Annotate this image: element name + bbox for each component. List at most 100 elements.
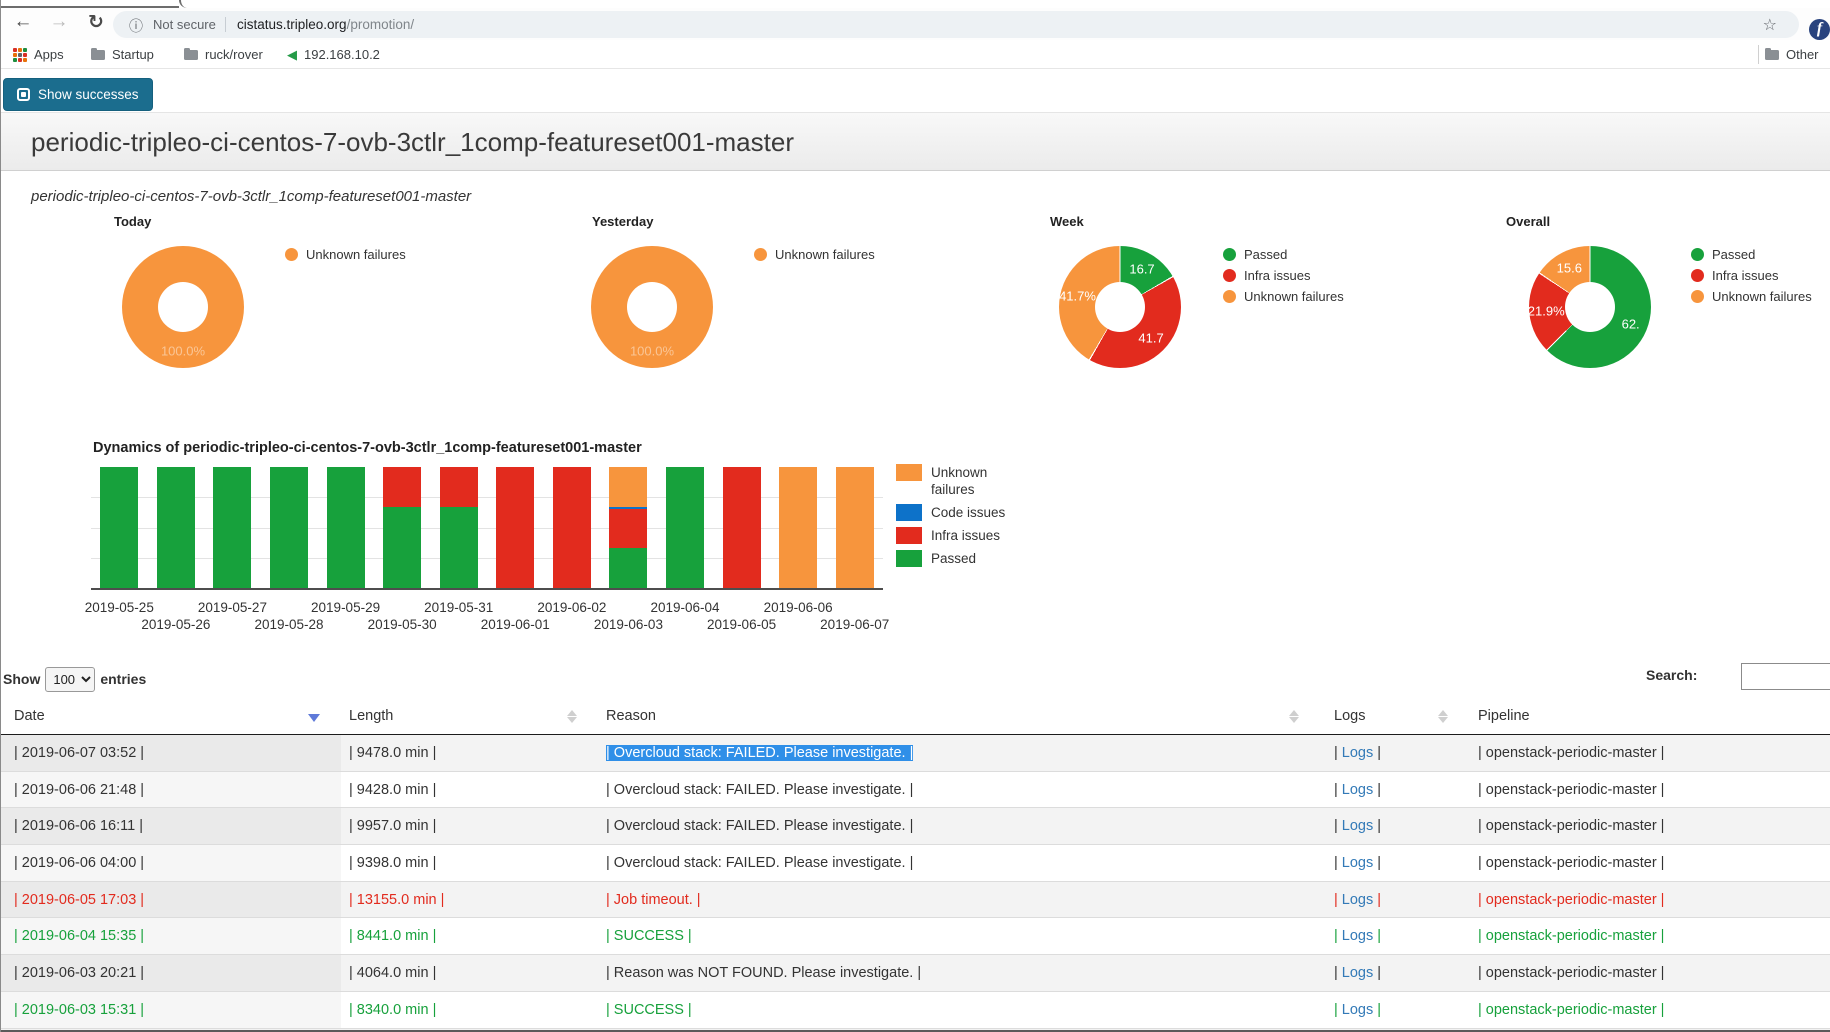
bookmark-ruck-rover[interactable]: ruck/rover xyxy=(184,40,263,69)
other-bookmarks[interactable]: Other xyxy=(1765,40,1819,69)
legend-label: Infra issues xyxy=(931,527,1026,544)
stacked-bar-2019-05-28 xyxy=(270,467,308,588)
security-label: Not secure xyxy=(153,17,216,32)
legend-swatch xyxy=(896,550,922,567)
x-axis-label: 2019-05-31 xyxy=(411,600,507,615)
bookmark-ip[interactable]: ◀ 192.168.10.2 xyxy=(287,40,380,69)
sort-both-icon xyxy=(1289,709,1299,724)
slice-label: 41.7 xyxy=(1138,331,1163,346)
table-row: | 2019-06-03 20:21 || 4064.0 min || Reas… xyxy=(1,955,1830,992)
forward-icon[interactable]: → xyxy=(46,11,72,33)
info-icon[interactable]: ⓘ xyxy=(129,16,143,36)
pie-chart-title: Week xyxy=(1050,214,1084,229)
donut-today: 100.0% xyxy=(122,246,244,368)
bar-segment-unknown-failures xyxy=(609,467,647,507)
cell-pipeline: | openstack-periodic-master | xyxy=(1466,992,1830,1028)
cell-pipeline: | openstack-periodic-master | xyxy=(1466,735,1830,771)
cell-pipeline: | openstack-periodic-master | xyxy=(1466,882,1830,918)
cell-date: | 2019-06-06 16:11 | xyxy=(1,808,341,844)
tab-strip xyxy=(1,0,1830,8)
cell-reason: | Reason was NOT FOUND. Please investiga… xyxy=(596,955,1321,991)
bookmark-star-icon[interactable]: ☆ xyxy=(1763,15,1777,35)
stacked-bar-2019-05-25 xyxy=(100,467,138,588)
page-length-select[interactable]: 100 xyxy=(45,667,95,692)
cell-pipeline: | openstack-periodic-master | xyxy=(1466,955,1830,991)
url-bar[interactable]: ⓘ Not secure cistatus.tripleo.org/promot… xyxy=(113,11,1799,38)
bookmark-apps[interactable]: Apps xyxy=(13,40,64,69)
cell-date: | 2019-06-03 20:21 | xyxy=(1,955,341,991)
column-header-pipeline[interactable]: Pipeline xyxy=(1466,700,1830,734)
green-arrow-favicon: ◀ xyxy=(287,47,297,63)
url-path: /promotion/ xyxy=(347,17,415,32)
logs-link[interactable]: Logs xyxy=(1342,928,1373,944)
legend-label: Unknown failures xyxy=(306,247,406,262)
bar-segment-passed xyxy=(383,507,421,588)
x-axis-label: 2019-05-29 xyxy=(298,600,394,615)
logs-link[interactable]: Logs xyxy=(1342,965,1373,981)
page-header-band: periodic-tripleo-ci-centos-7-ovb-3ctlr_1… xyxy=(1,112,1830,171)
show-label: Show xyxy=(3,671,40,687)
cell-logs: | Logs | xyxy=(1321,845,1466,881)
donut-hole xyxy=(1565,282,1615,332)
logs-link[interactable]: Logs xyxy=(1342,1002,1373,1018)
cell-reason: | SUCCESS | xyxy=(596,918,1321,954)
logs-link[interactable]: Logs xyxy=(1342,855,1373,871)
search-label: Search: xyxy=(1646,667,1697,683)
back-icon[interactable]: ← xyxy=(10,11,36,33)
legend-swatch xyxy=(896,504,922,521)
legend-item: Infra issues xyxy=(1223,268,1344,283)
search-input[interactable] xyxy=(1741,663,1830,690)
donut-hole xyxy=(627,282,677,332)
cell-date: | 2019-06-04 15:35 | xyxy=(1,918,341,954)
cell-pipeline: | openstack-periodic-master | xyxy=(1466,808,1830,844)
pie-chart-overall: Overall62.21.9%15.6PassedInfra issuesUnk… xyxy=(1497,214,1830,374)
slice-label: 41.7% xyxy=(1059,288,1096,303)
folder-icon xyxy=(1765,50,1779,60)
cell-pipeline: | openstack-periodic-master | xyxy=(1466,845,1830,881)
bar-segment-passed xyxy=(270,467,308,588)
legend-label: Infra issues xyxy=(1712,268,1778,283)
cell-logs: | Logs | xyxy=(1321,918,1466,954)
bar-segment-passed xyxy=(609,548,647,588)
stacked-bar-2019-06-03 xyxy=(609,467,647,588)
cell-reason: | Overcloud stack: FAILED. Please invest… xyxy=(596,772,1321,808)
legend-item: Code issues xyxy=(896,504,1026,521)
reload-icon[interactable]: ↻ xyxy=(83,11,109,34)
bookmark-label: 192.168.10.2 xyxy=(304,47,380,62)
legend-item: Passed xyxy=(1223,247,1344,262)
column-header-length[interactable]: Length xyxy=(341,700,596,734)
apps-grid-icon xyxy=(13,48,27,62)
legend-label: Unknown failures xyxy=(1244,289,1344,304)
slice-label: 21.9% xyxy=(1528,304,1565,319)
column-header-date[interactable]: Date xyxy=(1,700,341,734)
table-row: | 2019-06-03 15:31 || 8340.0 min || SUCC… xyxy=(1,992,1830,1029)
cell-date: | 2019-06-06 04:00 | xyxy=(1,845,341,881)
column-header-reason[interactable]: Reason xyxy=(596,700,1321,734)
logs-link[interactable]: Logs xyxy=(1342,782,1373,798)
stacked-bar-2019-05-31 xyxy=(440,467,478,588)
logs-link[interactable]: Logs xyxy=(1342,892,1373,908)
legend-label: Passed xyxy=(1712,247,1755,262)
legend-item: Passed xyxy=(1691,247,1812,262)
logs-link[interactable]: Logs xyxy=(1342,745,1373,761)
logs-link[interactable]: Logs xyxy=(1342,818,1373,834)
bar-segment-unknown-failures xyxy=(836,467,874,588)
cell-pipeline: | openstack-periodic-master | xyxy=(1466,918,1830,954)
legend-swatch xyxy=(896,464,922,481)
pie-chart-title: Yesterday xyxy=(592,214,653,229)
bar-segment-infra-issues xyxy=(609,509,647,548)
x-axis-label: 2019-06-04 xyxy=(637,600,733,615)
fedora-extension-icon[interactable]: f xyxy=(1809,19,1830,40)
bar-segment-infra-issues xyxy=(723,467,761,588)
legend-dot xyxy=(754,248,767,261)
pie-chart-title: Today xyxy=(114,214,151,229)
column-header-logs[interactable]: Logs xyxy=(1321,700,1466,734)
show-successes-button[interactable]: Show successes xyxy=(3,78,153,111)
cell-logs: | Logs | xyxy=(1321,735,1466,771)
cell-length: | 9398.0 min | xyxy=(341,845,596,881)
bookmark-startup[interactable]: Startup xyxy=(91,40,154,69)
legend-label: Code issues xyxy=(931,504,1026,521)
legend-dot xyxy=(1223,248,1236,261)
cell-pipeline: | openstack-periodic-master | xyxy=(1466,772,1830,808)
legend-swatch xyxy=(896,527,922,544)
